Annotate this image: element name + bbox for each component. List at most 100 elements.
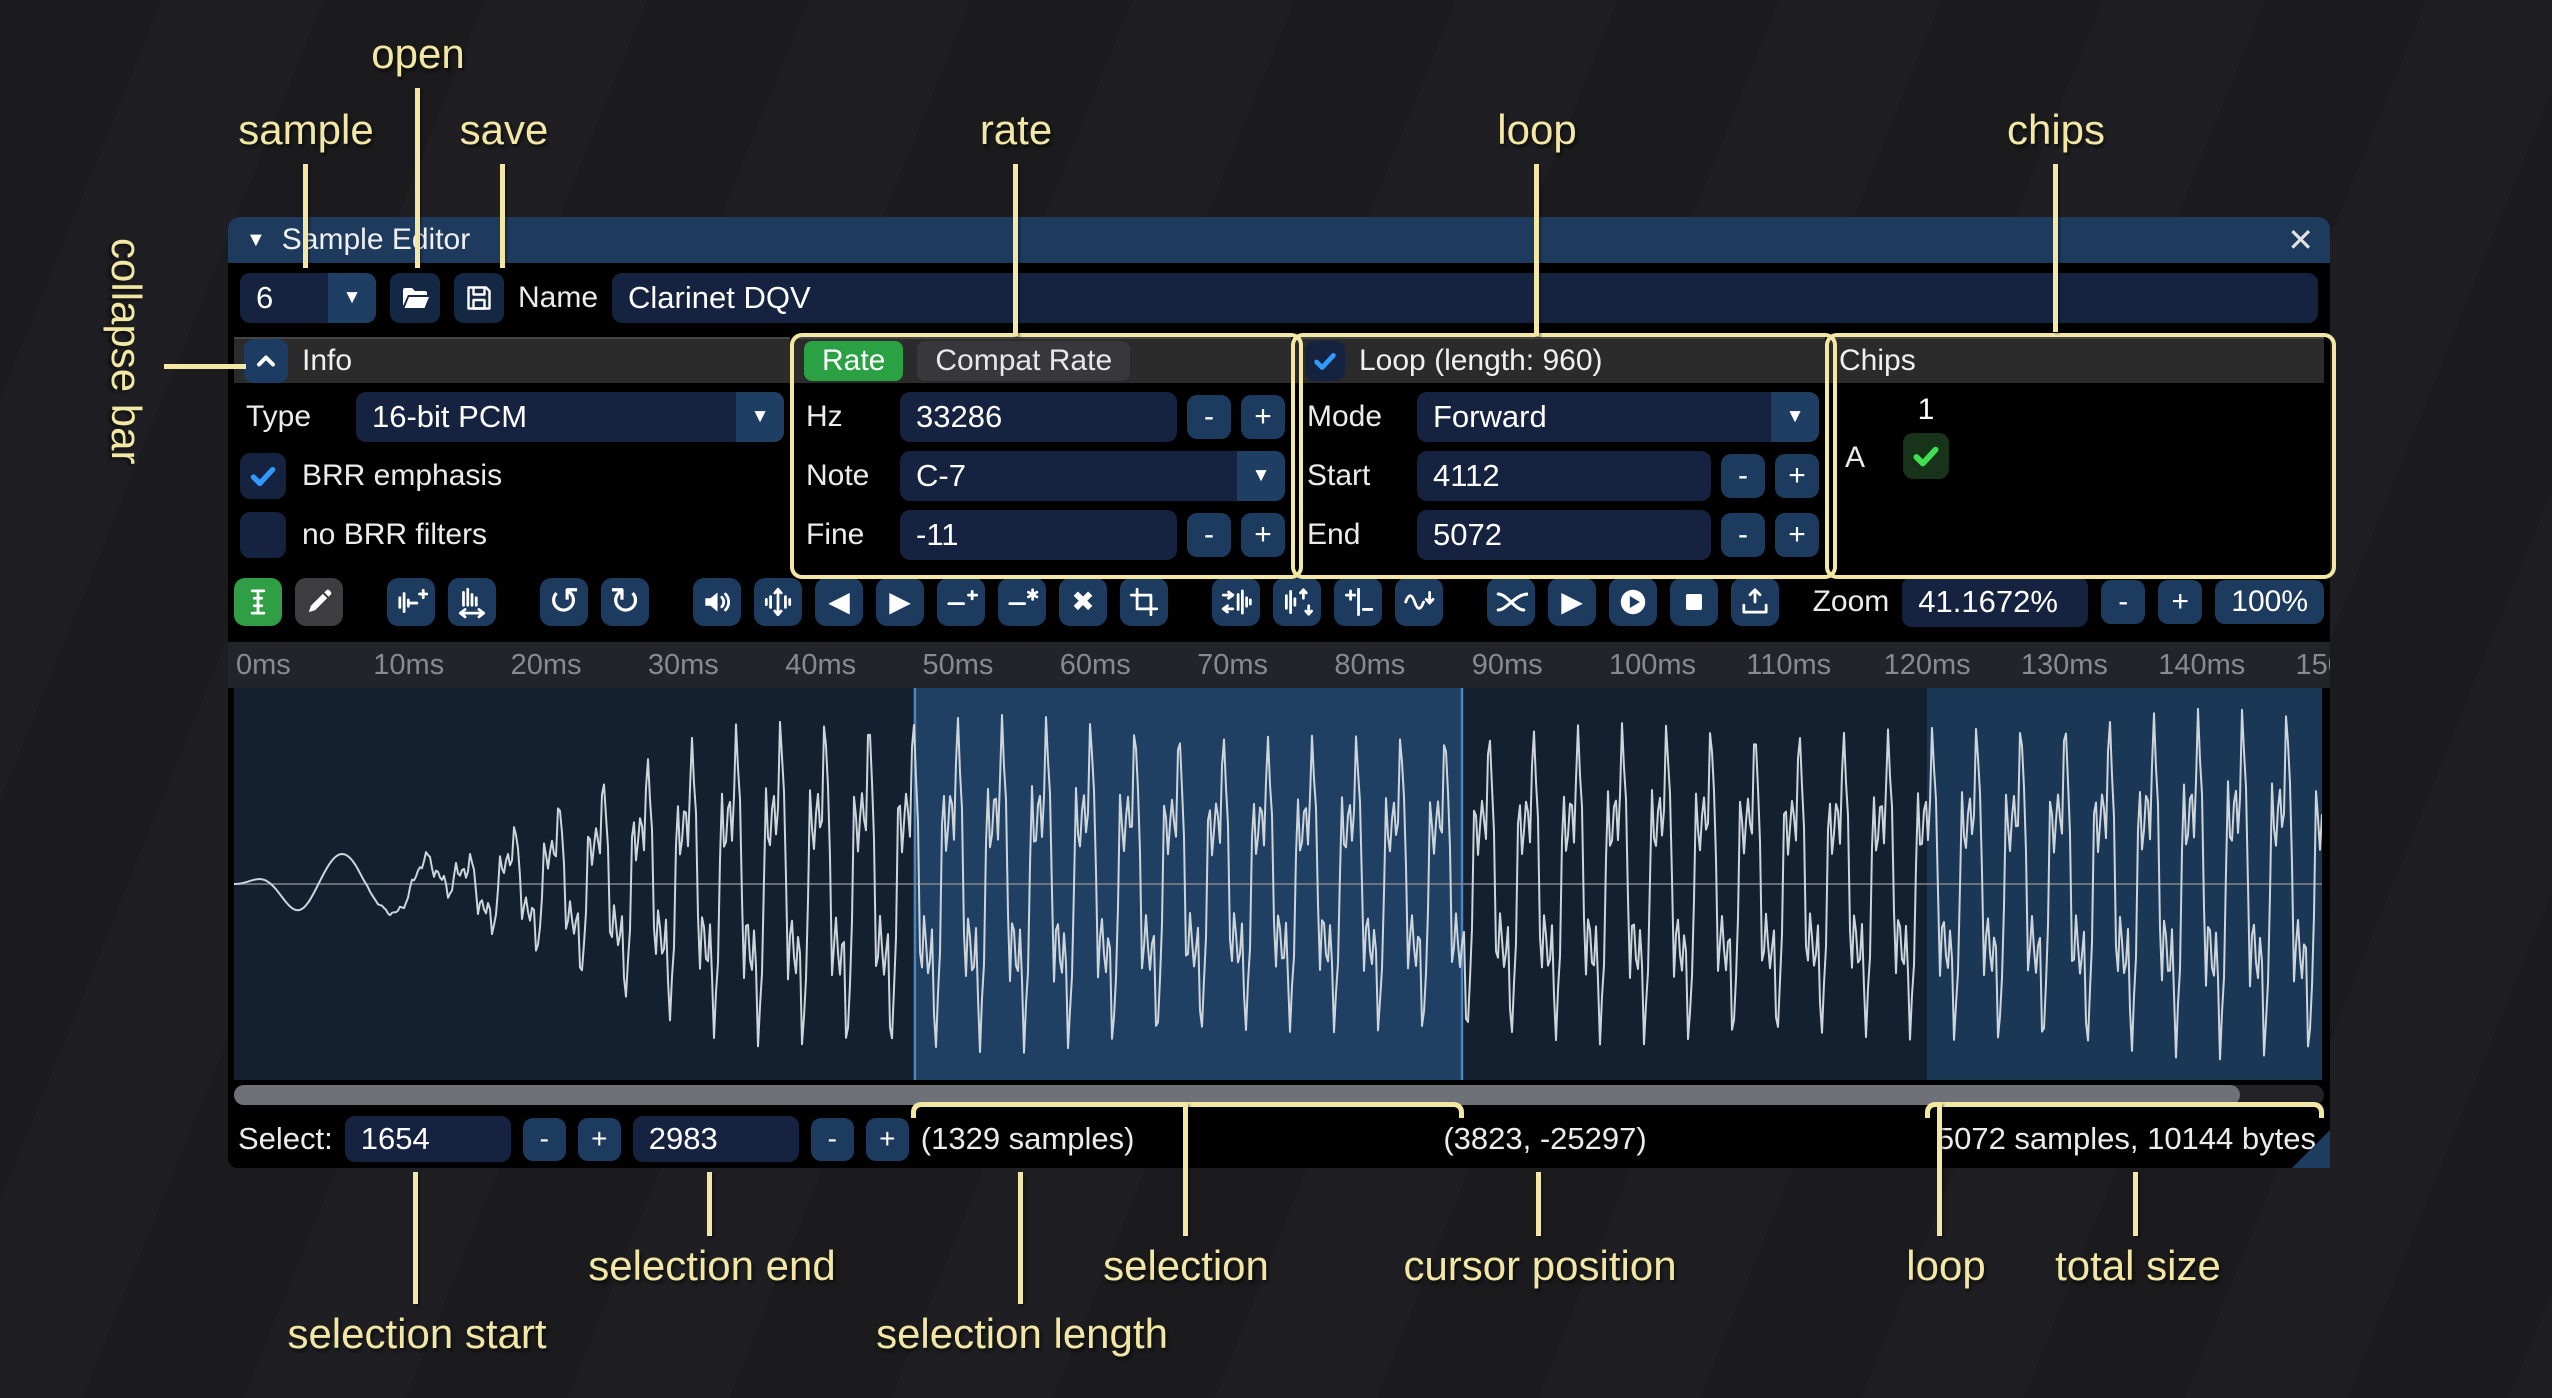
chip-enable-checkbox[interactable] <box>1903 433 1949 479</box>
selection-start-increment-button[interactable]: + <box>578 1118 621 1161</box>
save-sample-button[interactable] <box>454 273 504 323</box>
window-collapse-icon[interactable]: ▼ <box>246 229 266 252</box>
chevron-down-icon[interactable]: ▼ <box>736 392 784 442</box>
fine-value: -11 <box>916 517 959 553</box>
hz-increment-button[interactable]: + <box>1241 395 1285 439</box>
loop-start-increment-button[interactable]: + <box>1775 454 1819 498</box>
signed-unsigned-button[interactable] <box>1334 578 1382 626</box>
wave-stretch-icon <box>455 585 489 619</box>
apply-filter-button[interactable] <box>1395 578 1443 626</box>
selection-start-decrement-button[interactable]: - <box>523 1118 566 1161</box>
zoom-in-button[interactable]: + <box>2158 580 2202 624</box>
normalize-button[interactable] <box>754 578 802 626</box>
annotation-open: open <box>371 30 464 78</box>
hz-decrement-button[interactable]: - <box>1187 395 1231 439</box>
resample-button[interactable] <box>448 578 496 626</box>
preview-button[interactable]: ▶ <box>1548 578 1596 626</box>
zoom-reset-button[interactable]: 100% <box>2215 580 2324 624</box>
name-input[interactable]: Clarinet DQV <box>612 273 2318 323</box>
wave-invert-icon <box>1280 585 1314 619</box>
trim-button[interactable] <box>1120 578 1168 626</box>
loop-start-input[interactable]: 4112 <box>1417 451 1711 501</box>
close-icon[interactable]: ✕ <box>2287 221 2314 259</box>
fade-in-button[interactable]: ◀ <box>815 578 863 626</box>
amplify-button[interactable] <box>693 578 741 626</box>
fine-input[interactable]: -11 <box>900 510 1177 560</box>
edit-mode-select-button[interactable] <box>234 578 282 626</box>
note-select[interactable]: C-7 ▼ <box>900 451 1285 501</box>
hz-input[interactable]: 33286 <box>900 392 1177 442</box>
loop-end-label: End <box>1301 518 1407 552</box>
triangle-right-icon: ▶ <box>889 588 911 616</box>
brr-emphasis-checkbox[interactable] <box>240 453 286 499</box>
callout-line-selection-length <box>1018 1172 1023 1304</box>
stop-preview-button[interactable] <box>1670 578 1718 626</box>
insert-silence-button[interactable] <box>937 578 985 626</box>
annotation-sample: sample <box>238 106 373 154</box>
zoom-out-button[interactable]: - <box>2101 580 2145 624</box>
invert-button[interactable] <box>1273 578 1321 626</box>
page-background: ▼ Sample Editor ✕ 6 ▼ <box>0 0 2552 1398</box>
ruler-label: 100ms <box>1609 649 1696 682</box>
hz-value: 33286 <box>916 399 1002 435</box>
zoom-input[interactable]: 41.1672% <box>1902 577 2088 627</box>
callout-line-selection-end <box>707 1172 712 1236</box>
selection-start-input[interactable]: 1654 <box>345 1116 511 1162</box>
note-value: C-7 <box>900 451 1237 501</box>
tab-compat-rate[interactable]: Compat Rate <box>917 341 1130 381</box>
check-icon <box>1310 346 1340 376</box>
titlebar[interactable]: ▼ Sample Editor ✕ <box>228 217 2330 263</box>
preview-sample-button[interactable] <box>1609 578 1657 626</box>
crossfade-loop-button[interactable] <box>1487 578 1535 626</box>
chevron-down-icon[interactable]: ▼ <box>1771 392 1819 442</box>
selection-end-increment-button[interactable]: + <box>866 1118 909 1161</box>
sample-number-value: 6 <box>240 273 328 323</box>
ruler-label: 110ms <box>1746 649 1831 682</box>
check-icon <box>1909 439 1943 473</box>
chevron-down-icon[interactable]: ▼ <box>1237 451 1285 501</box>
callout-line-rate <box>1013 164 1018 336</box>
tab-rate-label: Rate <box>822 344 885 378</box>
resize-button[interactable] <box>387 578 435 626</box>
resize-grip[interactable] <box>2292 1130 2330 1168</box>
redo-button[interactable]: ↻ <box>601 578 649 626</box>
loop-enable-checkbox[interactable] <box>1305 341 1345 381</box>
wave-normalize-icon <box>761 585 795 619</box>
chevron-up-icon <box>250 345 282 377</box>
loop-start-decrement-button[interactable]: - <box>1721 454 1765 498</box>
crop-icon <box>1127 585 1161 619</box>
no-brr-filters-checkbox[interactable] <box>240 512 286 558</box>
fade-out-button[interactable]: ▶ <box>876 578 924 626</box>
type-select[interactable]: 16-bit PCM ▼ <box>356 392 784 442</box>
fine-increment-button[interactable]: + <box>1241 513 1285 557</box>
loop-end-input[interactable]: 5072 <box>1417 510 1711 560</box>
annotation-loop: loop <box>1497 106 1576 154</box>
sample-editor-window: ▼ Sample Editor ✕ 6 ▼ <box>228 217 2330 1168</box>
annotation-chips: chips <box>2007 106 2105 154</box>
cross-curves-icon <box>1494 585 1528 619</box>
selection-end-input[interactable]: 2983 <box>633 1116 799 1162</box>
open-sample-button[interactable] <box>390 273 440 323</box>
edit-mode-draw-button[interactable] <box>295 578 343 626</box>
loop-mode-value: Forward <box>1417 392 1771 442</box>
selection-end-decrement-button[interactable]: - <box>811 1118 854 1161</box>
delete-button[interactable]: ✖ <box>1059 578 1107 626</box>
reverse-button[interactable] <box>1212 578 1260 626</box>
fine-decrement-button[interactable]: - <box>1187 513 1231 557</box>
loop-end-decrement-button[interactable]: - <box>1721 513 1765 557</box>
apply-silence-button[interactable] <box>998 578 1046 626</box>
ruler-label: 90ms <box>1472 649 1543 682</box>
sample-number-select[interactable]: 6 ▼ <box>240 273 376 323</box>
waveform-display[interactable] <box>234 688 2322 1080</box>
annotation-loop-bottom: loop <box>1906 1242 1985 1290</box>
tab-rate[interactable]: Rate <box>804 341 903 381</box>
collapse-bar-button[interactable] <box>244 339 288 383</box>
loop-mode-select[interactable]: Forward ▼ <box>1417 392 1819 442</box>
upload-to-chips-button[interactable] <box>1731 578 1779 626</box>
brr-emphasis-label: BRR emphasis <box>296 459 502 493</box>
chevron-down-icon[interactable]: ▼ <box>328 273 376 323</box>
loop-start-label: Start <box>1301 459 1407 493</box>
rate-panel: Rate Compat Rate Hz 33286 - + <box>794 337 1291 565</box>
loop-end-increment-button[interactable]: + <box>1775 513 1819 557</box>
undo-button[interactable]: ↺ <box>540 578 588 626</box>
